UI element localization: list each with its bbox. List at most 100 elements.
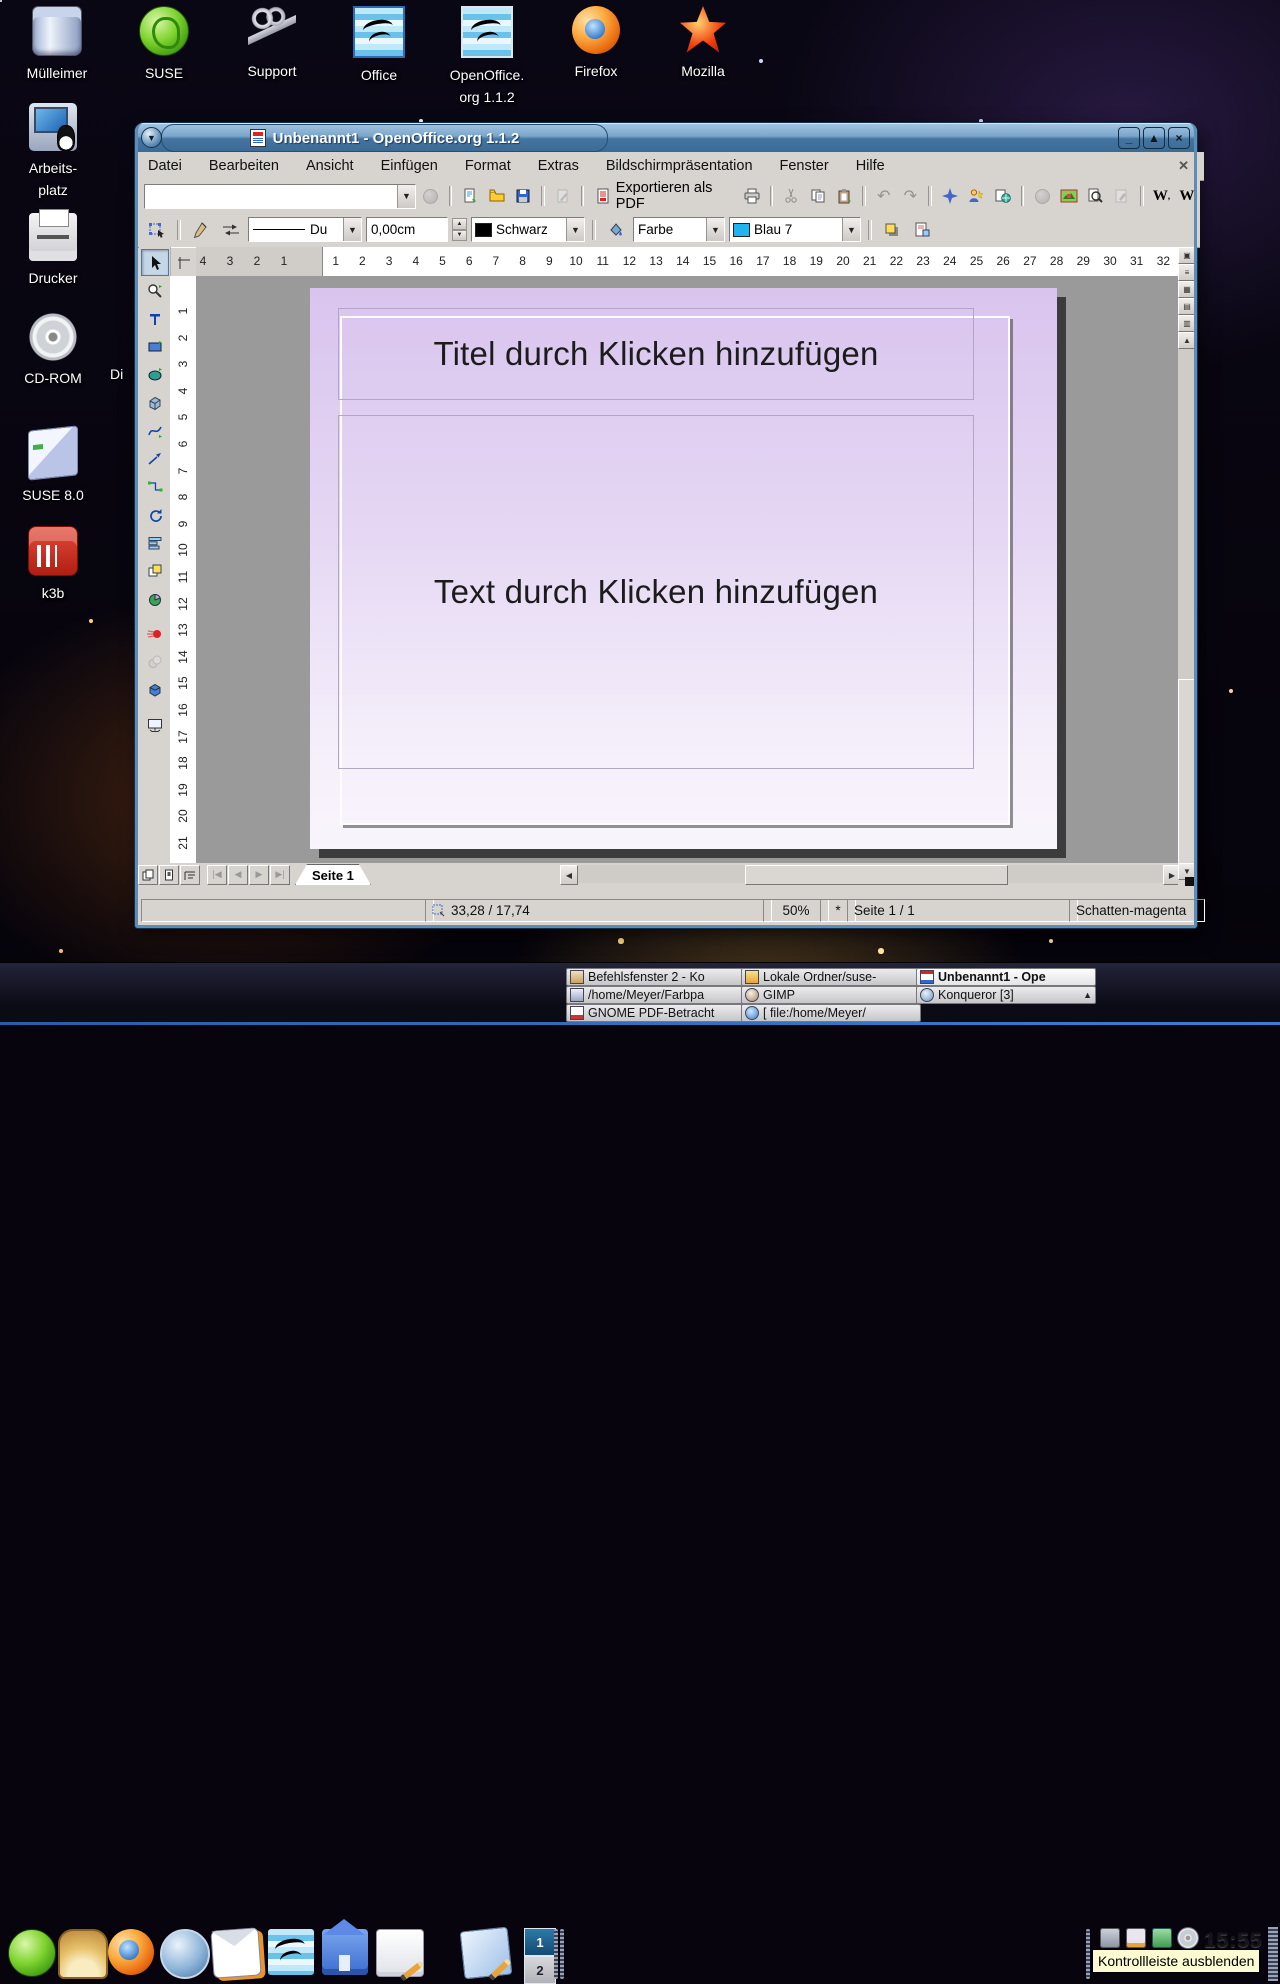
- scroll-left-button[interactable]: ◀: [560, 865, 578, 885]
- copy-button[interactable]: [806, 183, 830, 209]
- previous-page-button[interactable]: ◀: [228, 865, 248, 885]
- undo-icon[interactable]: ↶: [872, 183, 896, 209]
- new-presentation-button[interactable]: [458, 183, 482, 209]
- pager-desktop-2[interactable]: 2: [524, 1956, 556, 1984]
- next-page-button[interactable]: ▶: [249, 865, 269, 885]
- master-mode-button[interactable]: [159, 865, 179, 885]
- body-placeholder[interactable]: Text durch Klicken hinzufügen: [338, 415, 974, 769]
- vertical-scroll-thumb[interactable]: [1178, 679, 1196, 871]
- shadow-button[interactable]: [879, 217, 905, 243]
- task-button[interactable]: GIMP: [741, 986, 921, 1004]
- desktop-icon-drucker[interactable]: Drucker: [5, 213, 101, 289]
- navigator-button[interactable]: [938, 183, 962, 209]
- menu-datei[interactable]: Datei: [148, 158, 182, 174]
- menu-bearbeiten[interactable]: Bearbeiten: [209, 158, 279, 174]
- last-page-button[interactable]: ▶|: [270, 865, 290, 885]
- desktop-icon-muelleimer[interactable]: Mülleimer: [9, 6, 105, 84]
- page-setup-button[interactable]: [909, 217, 935, 243]
- fill-type-dropdown-button[interactable]: ▼: [706, 218, 724, 241]
- line-color-dropdown-button[interactable]: ▼: [566, 218, 584, 241]
- task-button[interactable]: Unbenannt1 - Ope: [916, 968, 1096, 986]
- arrow-style-button[interactable]: [218, 217, 244, 243]
- desktop-icon-cdrom[interactable]: CD-ROM: [5, 313, 101, 389]
- export-pdf-button[interactable]: Exportieren als PDF: [590, 177, 737, 215]
- window-titlebar[interactable]: ▼ Unbenannt1 - OpenOffice.org 1.1.2 _ ▲ …: [135, 123, 1197, 152]
- drawing-view-button[interactable]: ▣: [1178, 247, 1196, 264]
- url-dropdown-button[interactable]: ▼: [397, 185, 415, 208]
- scroll-up-button[interactable]: ▲: [1178, 332, 1196, 349]
- slide-view-button[interactable]: ▦: [1178, 281, 1196, 298]
- 3d-objects-tool[interactable]: [141, 389, 169, 416]
- firefox-launcher[interactable]: [108, 1929, 154, 1975]
- handout-view-button[interactable]: ▥: [1178, 315, 1196, 332]
- paste-button[interactable]: [833, 183, 857, 209]
- desktop-icon-arbeitsplatz[interactable]: Arbeits- platz: [5, 103, 101, 202]
- panel-hide-button[interactable]: [1268, 1927, 1278, 1981]
- minimize-button[interactable]: _: [1118, 127, 1140, 149]
- panel-handle[interactable]: [554, 1929, 558, 1979]
- title-placeholder[interactable]: Titel durch Klicken hinzufügen: [338, 308, 974, 400]
- desktop-icon-office[interactable]: Office: [331, 6, 427, 86]
- home-launcher[interactable]: [322, 1929, 368, 1975]
- desktop-icon-suse[interactable]: SUSE: [116, 6, 212, 84]
- area-style-button[interactable]: [603, 217, 629, 243]
- pager-desktop-1[interactable]: 1: [524, 1928, 556, 1956]
- desktop-icon-mozilla[interactable]: Mozilla: [655, 6, 751, 82]
- horizontal-scrollbar[interactable]: ◀ ▶: [560, 865, 1181, 883]
- horizontal-scroll-thumb[interactable]: [745, 865, 1008, 885]
- open-button[interactable]: [485, 183, 509, 209]
- page-mode-button[interactable]: [138, 865, 158, 885]
- menu-hilfe[interactable]: Hilfe: [856, 158, 885, 174]
- show-desktop-button[interactable]: [58, 1929, 104, 1975]
- whats-this-help-icon[interactable]: W,: [1150, 183, 1174, 209]
- effects-tool[interactable]: [141, 620, 169, 647]
- line-width-field[interactable]: 0,00cm: [366, 217, 448, 242]
- gallery-button[interactable]: [1057, 183, 1081, 209]
- ruler-horizontal[interactable]: 4321 12345678910111213141516171819202122…: [196, 247, 1178, 277]
- page-tab[interactable]: Seite 1: [295, 864, 371, 885]
- url-combobox[interactable]: ▼: [144, 184, 416, 209]
- rotate-tool[interactable]: [141, 501, 169, 528]
- menu-fenster[interactable]: Fenster: [780, 158, 829, 174]
- cd-player-tray-icon[interactable]: [1178, 1928, 1198, 1948]
- interaction-tool[interactable]: [141, 648, 169, 675]
- line-style-select[interactable]: Du ▼: [248, 217, 362, 242]
- maximize-button[interactable]: ▲: [1143, 127, 1165, 149]
- print-button[interactable]: [740, 183, 764, 209]
- zoom-tool[interactable]: [141, 277, 169, 304]
- slide-canvas[interactable]: Titel durch Klicken hinzufügen Text durc…: [196, 276, 1178, 863]
- desktop-icon-k3b[interactable]: k3b: [5, 526, 101, 604]
- task-button[interactable]: [ file:/home/Meyer/: [741, 1004, 921, 1022]
- panel-handle[interactable]: [1086, 1929, 1090, 1979]
- edit-document-button[interactable]: [551, 183, 575, 209]
- status-slide-design[interactable]: Schatten-magenta: [1069, 899, 1205, 922]
- task-button[interactable]: Befehlsfenster 2 - Ko: [566, 968, 746, 986]
- hyperlink-button[interactable]: [991, 183, 1015, 209]
- ruler-vertical[interactable]: 123456789101112131415161718192021: [170, 276, 197, 863]
- resize-grip[interactable]: [1185, 877, 1194, 886]
- text-tool[interactable]: [141, 305, 169, 332]
- fill-color-select[interactable]: Blau 7 ▼: [729, 217, 861, 242]
- fill-color-dropdown-button[interactable]: ▼: [842, 218, 860, 241]
- line-tool-button[interactable]: [188, 217, 214, 243]
- desktop-icon-firefox[interactable]: Firefox: [548, 6, 644, 82]
- display-tray-icon[interactable]: [1152, 1928, 1172, 1948]
- 3d-controller-tool[interactable]: [141, 676, 169, 703]
- close-button[interactable]: ×: [1168, 127, 1190, 149]
- task-button[interactable]: GNOME PDF-Betracht: [566, 1004, 746, 1022]
- arrange-tool[interactable]: [141, 557, 169, 584]
- redo-icon[interactable]: ↷: [899, 183, 923, 209]
- menu-format[interactable]: Format: [465, 158, 511, 174]
- edit-file-button[interactable]: [1110, 183, 1134, 209]
- kmail-launcher[interactable]: [212, 1929, 258, 1975]
- select-tool[interactable]: [141, 249, 169, 276]
- close-document-icon[interactable]: ✕: [1178, 158, 1189, 174]
- task-button[interactable]: Lokale Ordner/suse-: [741, 968, 921, 986]
- insert-tool[interactable]: [141, 585, 169, 612]
- outline-view-button[interactable]: ≡: [1178, 264, 1196, 281]
- menu-ansicht[interactable]: Ansicht: [306, 158, 354, 174]
- edit-points-button[interactable]: [144, 217, 170, 243]
- panel-handle[interactable]: [560, 1929, 564, 1979]
- layer-mode-button[interactable]: [180, 865, 200, 885]
- task-button[interactable]: /home/Meyer/Farbpa: [566, 986, 746, 1004]
